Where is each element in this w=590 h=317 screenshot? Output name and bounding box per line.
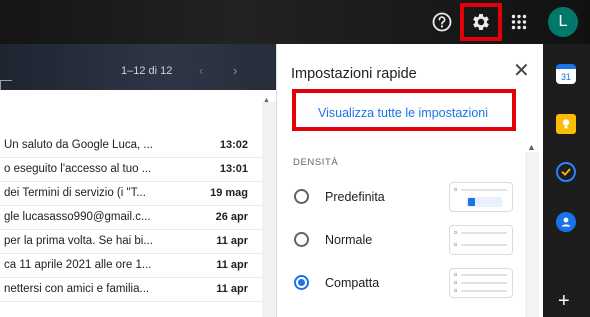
mail-row[interactable]: per la prima volta. Se hai bi... 11 apr [0, 230, 262, 254]
density-radio-compact[interactable] [294, 275, 309, 290]
mail-row[interactable]: o eseguito l'accesso al tuo ... 13:01 [0, 158, 262, 182]
mail-snippet: Un saluto da Google Luca, ... [4, 139, 153, 151]
tasks-icon[interactable] [556, 162, 576, 182]
preview-checkbox [454, 231, 457, 234]
density-label-comfortable[interactable]: Normale [325, 233, 372, 247]
pager-range: 1–12 di 12 [121, 65, 173, 77]
mail-date: 26 apr [215, 211, 248, 223]
previous-page-icon[interactable]: ‹ [199, 63, 203, 78]
preview-checkbox [454, 188, 457, 191]
mail-date: 11 apr [216, 283, 248, 295]
attachment-icon [468, 198, 475, 206]
add-icon[interactable]: + [558, 290, 570, 313]
list-toolbar: 1–12 di 12 ‹ › [0, 44, 276, 90]
contacts-icon[interactable] [556, 212, 576, 232]
density-radio-default[interactable] [294, 189, 309, 204]
next-page-icon[interactable]: › [233, 63, 237, 78]
mail-date: 13:02 [219, 139, 248, 151]
quick-settings-panel: Impostazioni rapide ✕ Visualizza tutte l… [276, 44, 543, 317]
top-bar: L [0, 0, 590, 44]
mail-snippet: ca 11 aprile 2021 alle ore 1... [4, 259, 152, 271]
keep-icon[interactable] [556, 114, 576, 134]
scroll-up-icon[interactable]: ▲ [527, 142, 536, 152]
preview-line [461, 274, 507, 276]
mail-snippet: gle lucasasso990@gmail.c... [4, 211, 151, 223]
mail-snippet: nettersi con amici e familia... [4, 283, 150, 295]
preview-line [461, 290, 507, 292]
person-icon [561, 217, 571, 227]
side-apps-panel: 31 + [543, 44, 590, 317]
preview-line [461, 189, 507, 191]
close-icon[interactable]: ✕ [513, 61, 530, 81]
help-icon[interactable] [429, 9, 455, 35]
preview-checkbox [454, 281, 457, 284]
mail-date: 11 apr [216, 259, 248, 271]
preview-line [461, 232, 507, 234]
mail-snippet: dei Termini di servizio (i "T... [4, 187, 146, 199]
settings-gear-button[interactable] [460, 3, 502, 41]
mail-snippet: per la prima volta. Se hai bi... [4, 235, 153, 247]
mail-row[interactable]: nettersi con amici e familia... 11 apr [0, 278, 262, 302]
preview-checkbox [454, 273, 457, 276]
checkmark-icon [561, 168, 571, 176]
gear-icon [473, 14, 489, 30]
density-preview-compact[interactable] [449, 268, 513, 298]
mail-snippet: o eseguito l'accesso al tuo ... [4, 163, 152, 175]
account-avatar[interactable]: L [548, 7, 578, 37]
mail-date: 13:01 [219, 163, 248, 175]
calendar-icon[interactable]: 31 [556, 64, 576, 84]
preview-attachment-chip [466, 197, 502, 207]
preview-line [461, 244, 507, 246]
toolbar-edge [0, 80, 12, 90]
mail-row[interactable]: dei Termini di servizio (i "T... 19 mag [0, 182, 262, 206]
mail-row[interactable]: Un saluto da Google Luca, ... 13:02 [0, 134, 262, 158]
mail-row[interactable]: gle lucasasso990@gmail.c... 26 apr [0, 206, 262, 230]
preview-line [461, 282, 507, 284]
preview-checkbox [454, 243, 457, 246]
mail-row[interactable]: ca 11 aprile 2021 alle ore 1... 11 apr [0, 254, 262, 278]
density-preview-default[interactable] [449, 182, 513, 212]
quick-settings-title: Impostazioni rapide [291, 66, 417, 82]
mail-date: 19 mag [210, 187, 248, 199]
apps-grid-icon[interactable] [506, 9, 532, 35]
density-preview-comfortable[interactable] [449, 225, 513, 255]
density-label-default[interactable]: Predefinita [325, 190, 385, 204]
bulb-icon [562, 119, 570, 129]
mail-scrollbar[interactable] [262, 102, 276, 317]
density-label-compact[interactable]: Compatta [325, 276, 379, 290]
density-radio-comfortable[interactable] [294, 232, 309, 247]
preview-checkbox [454, 289, 457, 292]
see-all-settings-button[interactable]: Visualizza tutte le impostazioni [318, 106, 488, 120]
mail-list-area: 1–12 di 12 ‹ › ▲ Un saluto da Google Luc… [0, 44, 276, 317]
density-section-heading: DENSITÀ [293, 157, 339, 168]
mail-date: 11 apr [216, 235, 248, 247]
calendar-day: 31 [560, 71, 571, 82]
quick-settings-scrollbar[interactable] [525, 152, 539, 317]
